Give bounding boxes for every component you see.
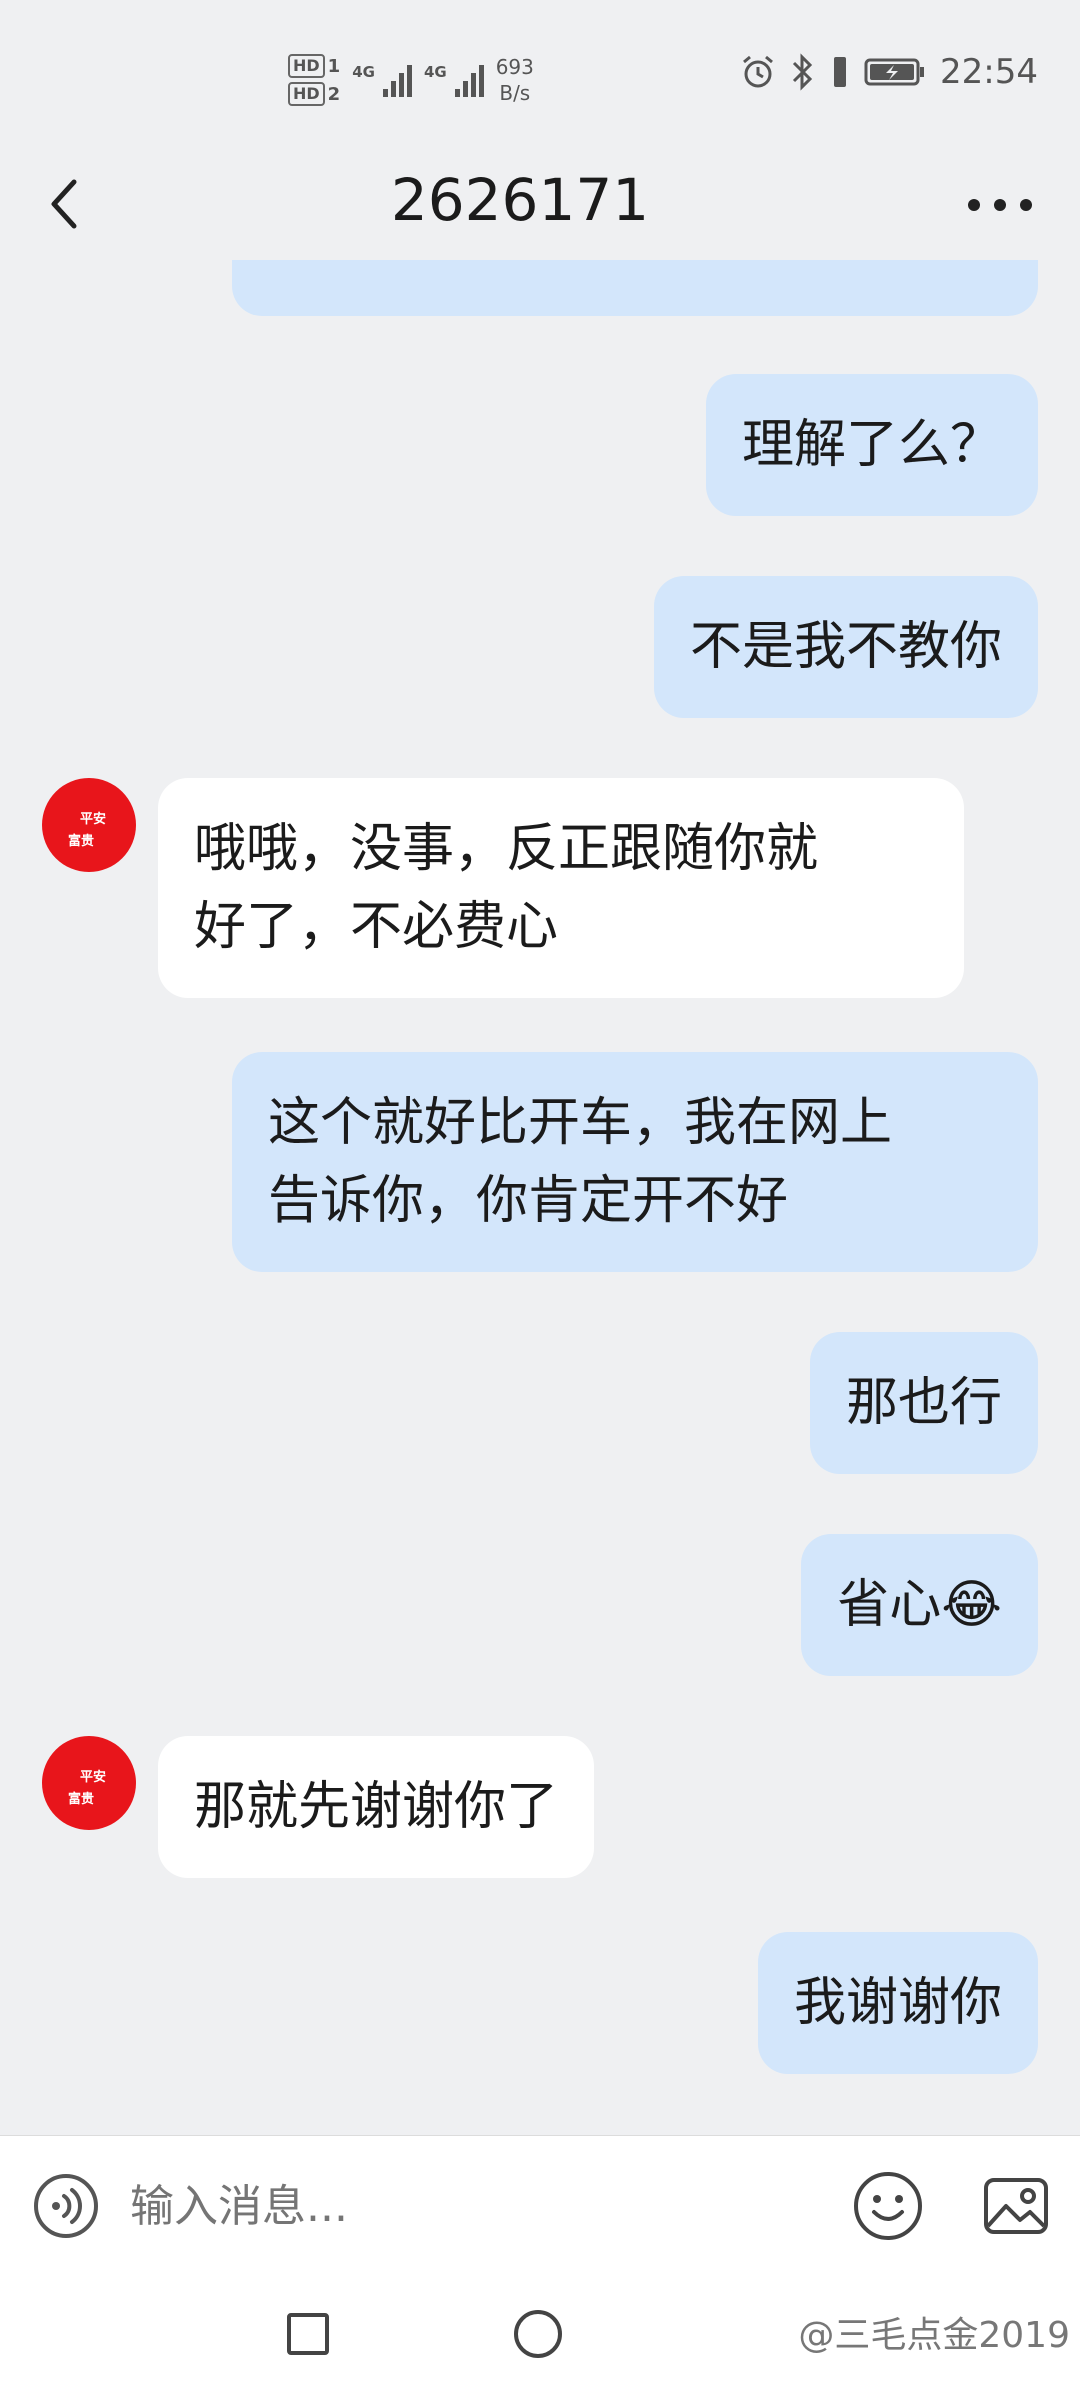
- battery-icon: [864, 58, 925, 86]
- status-bar: HD 1 HD 2 4G 4G 693 B/s 22:54: [0, 0, 1080, 150]
- sim2-indicator: HD 2: [288, 82, 340, 106]
- status-bar-right: 22:54: [740, 52, 1038, 92]
- chat-title: 2626171: [390, 166, 650, 234]
- message-list[interactable]: 理解了么？ 不是我不教你 平安 富贵 哦哦，没事，反正跟随你就 好了，不必费心 …: [0, 260, 1080, 2135]
- alarm-icon: [743, 55, 773, 88]
- message-bubble-outgoing[interactable]: 这个就好比开车，我在网上 告诉你，你肯定开不好: [232, 1052, 1038, 1272]
- message-bubble-incoming[interactable]: 那就先谢谢你了: [158, 1736, 595, 1878]
- sim1-indicator: HD 1: [288, 54, 340, 78]
- home-icon[interactable]: [512, 2308, 564, 2360]
- sim-indicators: HD 1 HD 2: [288, 54, 340, 106]
- message-bubble-outgoing[interactable]: 不是我不教你: [653, 576, 1038, 718]
- message-bubble-partial: [232, 260, 1038, 316]
- signal-1: 4G: [352, 63, 412, 97]
- avatar[interactable]: 平安 富贵: [42, 1736, 136, 1830]
- message-bubble-outgoing[interactable]: 那也行: [809, 1332, 1038, 1474]
- message-input[interactable]: [130, 2172, 810, 2242]
- message-bubble-outgoing[interactable]: 我谢谢你: [757, 1932, 1038, 2074]
- chat-header: 2626171: [0, 150, 1080, 260]
- image-icon[interactable]: [980, 2170, 1052, 2242]
- bluetooth-icon: [792, 53, 813, 91]
- message-input-bar: [0, 2135, 1080, 2281]
- status-bar-left: HD 1 HD 2 4G 4G 693 B/s: [288, 48, 534, 112]
- message-bubble-outgoing[interactable]: 理解了么？: [705, 374, 1038, 516]
- emoji-icon[interactable]: [852, 2170, 924, 2242]
- message-bubble-outgoing[interactable]: 省心😂: [801, 1534, 1038, 1676]
- signal-2: 4G: [424, 63, 484, 97]
- voice-input-icon[interactable]: [32, 2172, 100, 2240]
- watermark: @三毛点金2019: [798, 2315, 1070, 2356]
- recent-apps-icon[interactable]: [286, 2312, 330, 2356]
- system-navigation-bar: @三毛点金2019: [0, 2280, 1080, 2400]
- laughing-emoji-icon: 😂: [941, 1575, 1002, 1635]
- message-bubble-incoming[interactable]: 哦哦，没事，反正跟随你就 好了，不必费心: [158, 778, 964, 998]
- signal-bars-icon: [454, 63, 484, 97]
- status-time: 22:54: [940, 52, 1038, 92]
- network-speed: 693 B/s: [495, 55, 534, 105]
- more-options-icon[interactable]: [960, 180, 1040, 230]
- vibrate-icon: [834, 57, 847, 87]
- avatar[interactable]: 平安 富贵: [42, 778, 136, 872]
- signal-bars-icon: [382, 63, 412, 97]
